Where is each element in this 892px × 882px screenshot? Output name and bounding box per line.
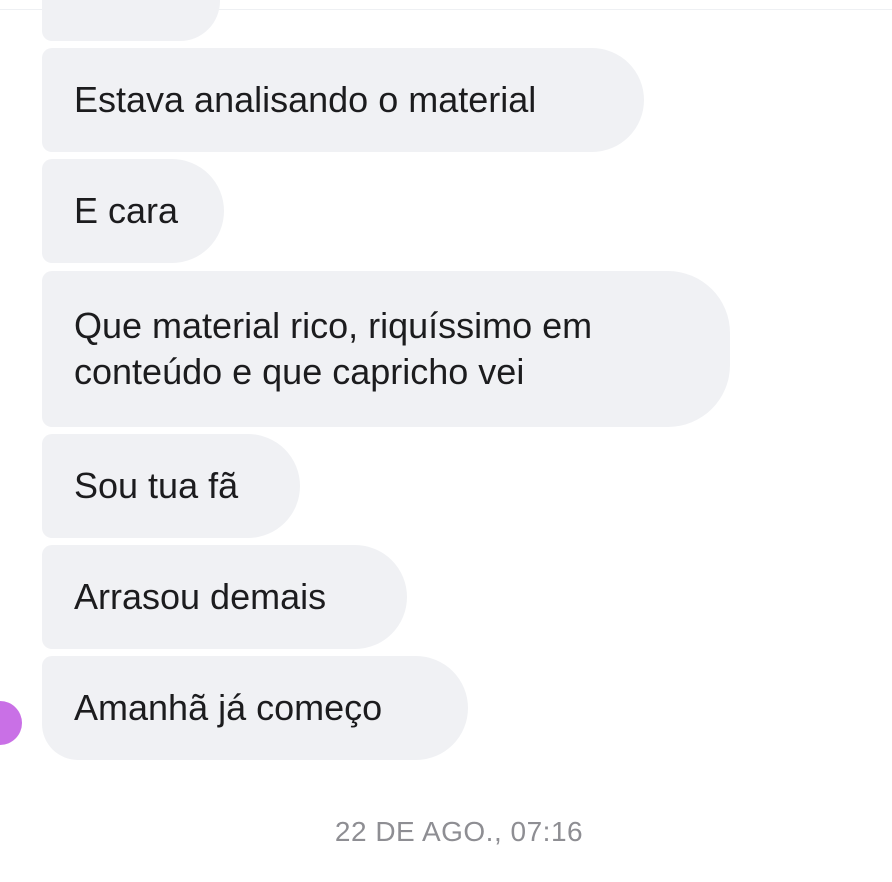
message-text: Que material rico, riquíssimo em conteúd… [74,305,593,392]
message-bubble[interactable]: Amanhã já começo [42,656,468,760]
message-thread: Estava analisando o material E cara Que … [0,0,892,882]
message-text: E cara [74,190,179,231]
message-text: Arrasou demais [74,576,327,617]
message-bubble[interactable]: E cara [42,159,224,263]
message-bubble[interactable]: Arrasou demais [42,545,407,649]
message-bubble-partial[interactable] [42,0,220,41]
message-bubble[interactable]: Estava analisando o material [42,48,644,152]
message-bubble[interactable]: Sou tua fã [42,434,300,538]
message-text: Amanhã já começo [74,687,383,728]
message-bubble[interactable]: Que material rico, riquíssimo em conteúd… [42,271,730,427]
message-text: Estava analisando o material [74,79,537,120]
sender-avatar[interactable] [0,701,22,745]
message-text: Sou tua fã [74,465,239,506]
timestamp: 22 DE AGO., 07:16 [334,816,584,847]
